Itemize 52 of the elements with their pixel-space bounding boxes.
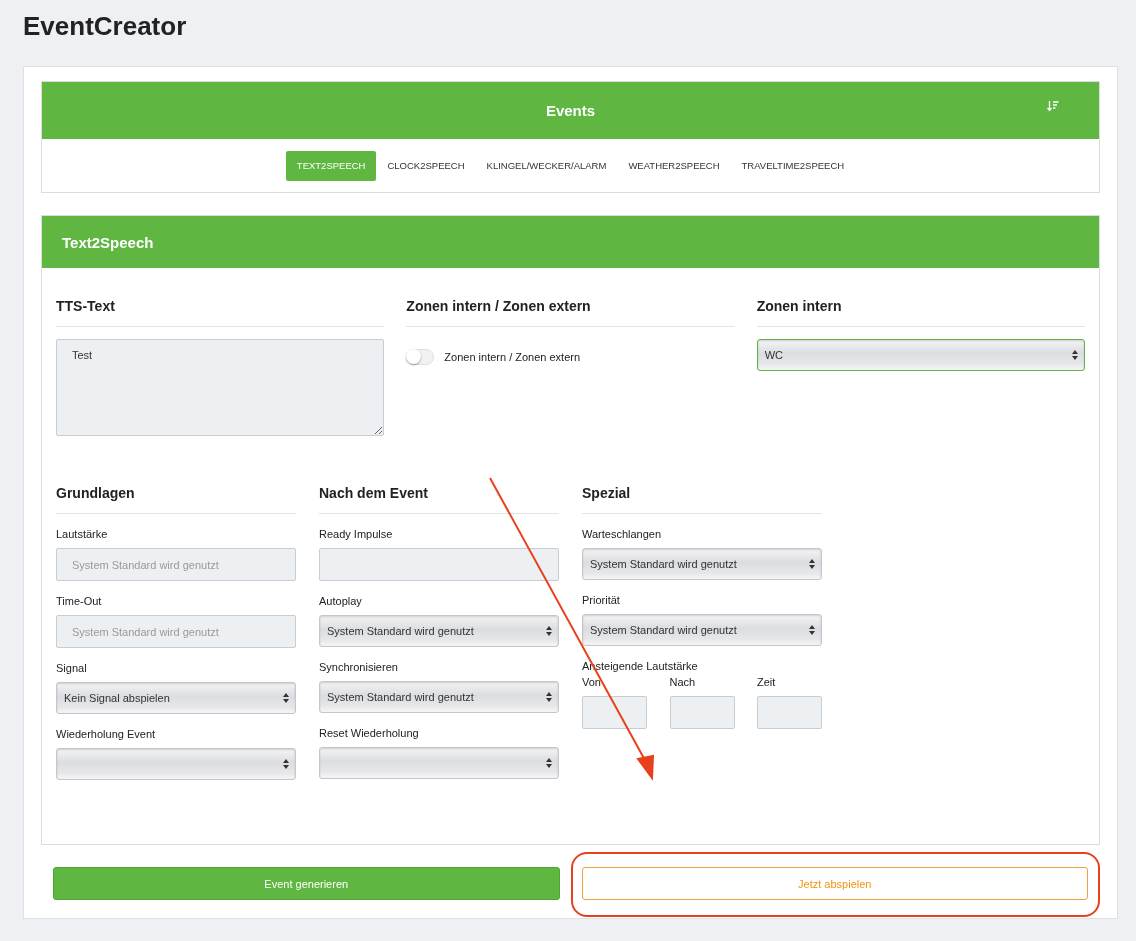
- event-tab[interactable]: WEATHER2SPEECH: [617, 150, 731, 181]
- field-label: Wiederholung Event: [56, 728, 156, 740]
- field-label: Synchronisieren: [319, 661, 398, 673]
- text-field[interactable]: [582, 696, 647, 729]
- field-label: Zeit: [757, 676, 776, 688]
- app-title: EventCreator: [23, 10, 188, 43]
- group-heading: Spezial: [582, 485, 822, 514]
- event-tab[interactable]: TRAVELTIME2SPEECH: [730, 150, 856, 181]
- select-field[interactable]: System Standard wird genutzt: [319, 615, 559, 647]
- select-arrows-icon: [282, 692, 290, 704]
- select-field[interactable]: WC: [756, 339, 1085, 371]
- group-heading: Zonen intern / Zonen extern: [406, 298, 735, 327]
- field-label: Priorität: [582, 594, 620, 606]
- select-field[interactable]: Kein Signal abspielen: [56, 682, 296, 714]
- select-arrows-icon: [1071, 349, 1079, 361]
- select-arrows-icon: [545, 757, 553, 769]
- field-label: Ready Impulse: [319, 528, 393, 540]
- field-label: Reset Wiederholung: [319, 727, 419, 739]
- text-field[interactable]: [319, 548, 559, 581]
- field-label: Warteschlangen: [582, 528, 662, 540]
- event-tab[interactable]: CLOCK2SPEECH: [376, 150, 476, 181]
- select-field[interactable]: [56, 748, 296, 780]
- select-field[interactable]: System Standard wird genutzt: [582, 548, 822, 580]
- events-title: Events: [545, 102, 596, 119]
- select-arrows-icon: [808, 624, 816, 636]
- section-title: Text2Speech: [62, 233, 154, 251]
- select-arrows-icon: [282, 758, 290, 770]
- toggle-switch[interactable]: [406, 349, 435, 365]
- field-label: Lautstärke: [56, 528, 108, 540]
- field-label: Signal: [56, 662, 87, 674]
- event-tab[interactable]: KLINGEL/WECKER/ALARM: [475, 150, 618, 181]
- group-heading: Grundlagen: [56, 485, 296, 514]
- select-field[interactable]: System Standard wird genutzt: [582, 614, 822, 646]
- select-arrows-icon: [545, 625, 553, 637]
- text-field[interactable]: [669, 696, 735, 729]
- text-area[interactable]: Test: [56, 339, 385, 436]
- select-arrows-icon: [808, 558, 816, 570]
- text-field[interactable]: System Standard wird genutzt: [56, 615, 296, 648]
- select-field[interactable]: System Standard wird genutzt: [319, 681, 559, 713]
- toggle-label: Zonen intern / Zonen extern: [444, 351, 581, 363]
- field-label: Nach: [669, 676, 696, 688]
- select-field[interactable]: [319, 747, 559, 779]
- field-label: Von: [582, 676, 601, 688]
- text-field[interactable]: [757, 696, 822, 729]
- sort-button[interactable]: [1047, 100, 1059, 112]
- group-heading: TTS-Text: [56, 298, 385, 327]
- select-arrows-icon: [545, 691, 553, 703]
- field-label: Autoplay: [319, 595, 362, 607]
- field-label: Time-Out: [56, 595, 102, 607]
- text-field[interactable]: System Standard wird genutzt: [56, 548, 296, 581]
- group-heading: Zonen intern: [756, 298, 1085, 327]
- sort-icon: [1047, 100, 1059, 112]
